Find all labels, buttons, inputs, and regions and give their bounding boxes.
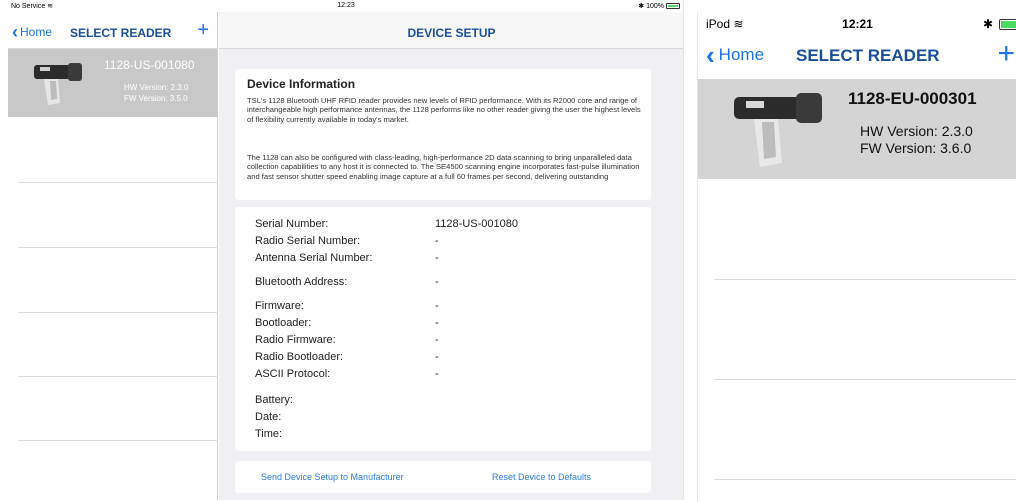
property-label: Bluetooth Address:: [255, 276, 348, 288]
property-value: -: [435, 235, 439, 247]
ipad-screen: No Service ≋ 12:23 ✱ 100% ‹ Home SELECT …: [8, 0, 684, 500]
reader-fw-version: FW Version: 3.5.0: [124, 94, 188, 103]
list-separator: [18, 440, 218, 441]
property-value: 1128-US-001080: [435, 218, 518, 230]
battery-icon: [999, 18, 1016, 30]
rfid-reader-icon: [34, 63, 82, 105]
reader-hw-version: HW Version: 2.3.0: [860, 123, 973, 139]
property-label: Radio Firmware:: [255, 334, 336, 346]
property-value: -: [435, 300, 439, 312]
property-label: Time:: [255, 428, 283, 440]
property-label: Antenna Serial Number:: [255, 252, 373, 264]
back-label: Home: [718, 45, 765, 64]
property-value: -: [435, 351, 439, 363]
device-information-paragraph: TSL's 1128 Bluetooth UHF RFID reader pro…: [247, 96, 641, 124]
list-separator: [714, 279, 1016, 280]
device-setup-navbar: DEVICE SETUP: [219, 12, 683, 49]
rfid-reader-icon: [734, 93, 822, 167]
property-label: Date:: [255, 411, 282, 423]
add-reader-button[interactable]: +: [197, 19, 209, 42]
property-label: ASCII Protocol:: [255, 368, 331, 380]
device-information-heading: Device Information: [247, 77, 356, 91]
screenshot-stage: No Service ≋ 12:23 ✱ 100% ‹ Home SELECT …: [0, 0, 1016, 502]
bluetooth-icon: ✱: [638, 3, 645, 10]
ipod-screen: iPod ≋ 12:21 ✱ ‹ Home SELECT READER + 11…: [697, 13, 1016, 502]
bluetooth-icon: ✱: [982, 17, 993, 31]
device-setup-title: DEVICE SETUP: [407, 26, 496, 40]
battery-icon: [666, 3, 680, 9]
list-separator: [18, 247, 218, 248]
device-information-card[interactable]: Device Information TSL's 1128 Bluetooth …: [235, 69, 651, 200]
device-actions-card: Send Device Setup to Manufacturer Reset …: [235, 461, 651, 493]
property-value: -: [435, 334, 439, 346]
property-label: Radio Bootloader:: [255, 351, 344, 363]
reader-list-panel: ‹ Home SELECT READER + 1128-US-001080 HW…: [8, 12, 218, 500]
add-reader-button[interactable]: +: [997, 37, 1015, 71]
reader-id: 1128-US-001080: [104, 58, 195, 72]
home-back-button[interactable]: ‹ Home: [706, 40, 765, 70]
home-back-button[interactable]: ‹ Home: [12, 22, 53, 42]
list-separator: [18, 312, 218, 313]
list-separator: [18, 182, 218, 183]
property-label: Battery:: [255, 394, 293, 406]
list-separator: [714, 479, 1016, 480]
property-label: Firmware:: [255, 300, 304, 312]
property-value: -: [435, 317, 439, 329]
battery-percent: 100%: [646, 2, 664, 10]
reader-list-item[interactable]: 1128-EU-000301 HW Version: 2.3.0 FW Vers…: [698, 79, 1016, 179]
ipod-status-bar: iPod ≋ 12:21 ✱: [698, 13, 1016, 35]
list-separator: [714, 379, 1016, 380]
property-value: -: [435, 252, 439, 264]
property-label: Bootloader:: [255, 317, 312, 329]
reader-fw-version: FW Version: 3.6.0: [860, 140, 972, 156]
select-reader-title: SELECT READER: [70, 26, 172, 40]
property-value: -: [435, 276, 439, 288]
property-value: -: [435, 368, 439, 380]
status-time: 12:21: [842, 17, 873, 31]
device-information-paragraph: The 1128 can also be configured with cla…: [247, 153, 640, 181]
reset-device-button[interactable]: Reset Device to Defaults: [492, 472, 591, 482]
reader-id: 1128-EU-000301: [848, 89, 977, 108]
device-setup-panel: DEVICE SETUP Device Information TSL's 11…: [219, 12, 683, 500]
reader-list-item[interactable]: 1128-US-001080 HW Version: 2.3.0 FW Vers…: [8, 49, 217, 117]
back-label: Home: [20, 25, 53, 39]
property-label: Radio Serial Number:: [255, 235, 361, 247]
send-device-setup-button[interactable]: Send Device Setup to Manufacturer: [261, 472, 404, 482]
property-label: Serial Number:: [255, 218, 329, 230]
chevron-left-icon: ‹: [12, 22, 18, 42]
device-properties-card: Serial Number: 1128-US-001080 Radio Seri…: [235, 207, 651, 451]
list-separator: [18, 376, 218, 377]
chevron-left-icon: ‹: [706, 40, 715, 70]
reader-list-navbar: ‹ Home SELECT READER +: [8, 12, 217, 49]
ipad-status-bar: No Service ≋ 12:23 ✱ 100%: [8, 0, 683, 12]
select-reader-title: SELECT READER: [796, 46, 940, 65]
reader-list-navbar: ‹ Home SELECT READER +: [698, 37, 1016, 79]
status-time: 12:23: [337, 2, 355, 9]
reader-hw-version: HW Version: 2.3.0: [124, 83, 189, 92]
